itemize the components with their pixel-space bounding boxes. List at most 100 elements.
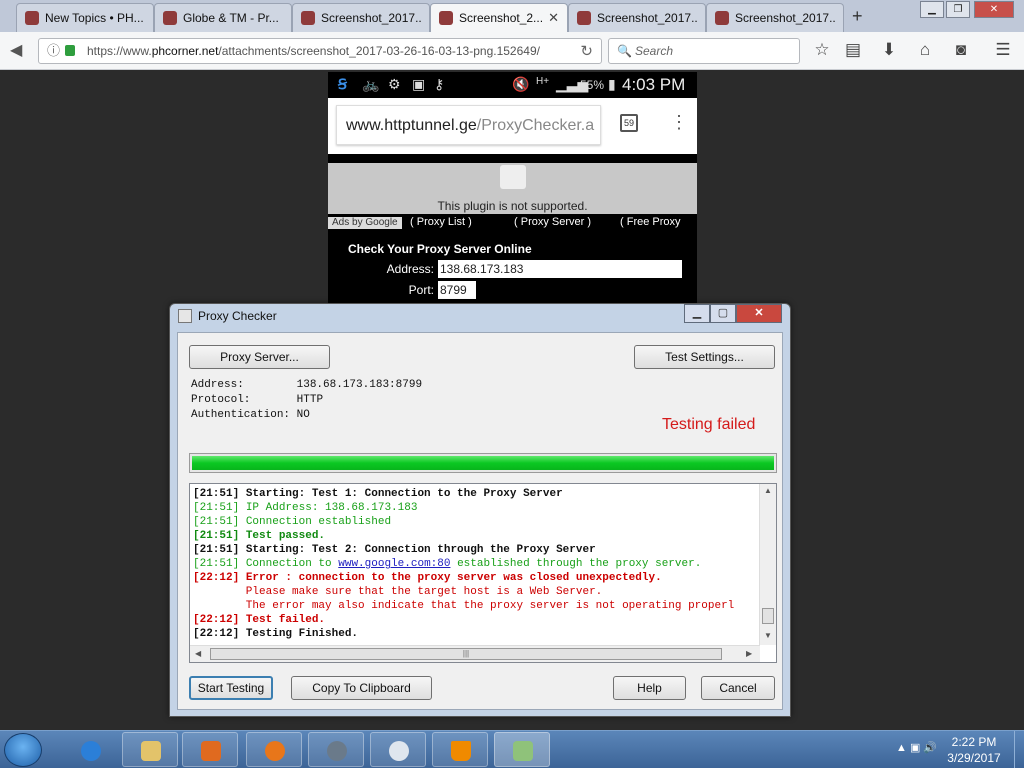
- log-line: [21:51] Connection established: [193, 515, 757, 529]
- log-message: Test failed.: [239, 614, 326, 626]
- phone-screenshot: Ꞩ 🚲 ⚙ ▣ ⚷ 🔇 H+ ▁▃▅ 55% ▮ 4:03 PM www.htt…: [328, 72, 697, 315]
- taskbar-proxy-checker[interactable]: [494, 732, 550, 767]
- taskbar-media[interactable]: [182, 732, 238, 767]
- log-time: [21:51]: [193, 530, 240, 542]
- bike-icon: 🚲: [362, 76, 380, 92]
- dialog-minimize-button[interactable]: ▁: [684, 304, 710, 323]
- plugin-placeholder: This plugin is not supported.: [328, 163, 697, 214]
- downloads-icon[interactable]: ⬇: [879, 40, 899, 60]
- tray-icons[interactable]: ▲ ▣ 🔊: [896, 741, 937, 754]
- log-time: [22:12]: [193, 614, 240, 626]
- browser-tab[interactable]: New Topics • PH...: [16, 3, 154, 32]
- scroll-right-icon[interactable]: ▶: [746, 649, 752, 658]
- browser-tab-active[interactable]: Screenshot_2... ✕: [430, 3, 568, 32]
- protocol-value: HTTP: [296, 394, 324, 406]
- close-window-button[interactable]: ✕: [974, 1, 1014, 18]
- log-message: Starting: Test 2: Connection through the…: [239, 544, 596, 556]
- dialog-maximize-button[interactable]: ▢: [710, 304, 736, 323]
- log-link[interactable]: www.google.com:80: [338, 558, 450, 570]
- battery-level: 55%: [580, 78, 605, 92]
- log-time: [21:51]: [193, 544, 240, 556]
- scroll-left-icon[interactable]: ◀: [195, 649, 201, 658]
- close-tab-icon[interactable]: ✕: [548, 10, 559, 26]
- firefox-icon: [265, 741, 285, 761]
- pocket-icon[interactable]: ◙: [951, 40, 971, 60]
- tab-favicon-icon: [25, 11, 39, 25]
- copy-to-clipboard-button[interactable]: Copy To Clipboard: [291, 676, 432, 700]
- scroll-thumb[interactable]: [762, 608, 774, 624]
- scroll-up-icon[interactable]: ▲: [764, 486, 772, 495]
- log-time: [21:51]: [193, 558, 240, 570]
- image-icon: ▣: [412, 76, 426, 92]
- taskbar: ▲ ▣ 🔊 2:22 PM 3/29/2017: [0, 730, 1024, 768]
- menu-icon[interactable]: ☰: [993, 40, 1013, 60]
- test-settings-button[interactable]: Test Settings...: [634, 345, 775, 369]
- start-testing-button[interactable]: Start Testing: [189, 676, 273, 700]
- tab-favicon-icon: [715, 11, 729, 25]
- taskbar-settings[interactable]: [308, 732, 364, 767]
- cancel-button[interactable]: Cancel: [701, 676, 775, 700]
- new-tab-icon[interactable]: +: [852, 6, 863, 27]
- status-text: Testing failed: [662, 416, 756, 433]
- address-value: 138.68.173.183:8799: [296, 379, 423, 391]
- taskbar-clock-app[interactable]: [370, 732, 426, 767]
- browser-tab[interactable]: Globe & TM - Pr...: [154, 3, 292, 32]
- site-info-icon[interactable]: ⓘ: [47, 43, 60, 58]
- phone-url: www.httptunnel.ge/ProxyChecker.a: [336, 105, 601, 145]
- hscroll-thumb[interactable]: |||: [210, 648, 722, 660]
- folder-icon: [141, 741, 161, 761]
- start-button[interactable]: [4, 733, 42, 767]
- url-bar[interactable]: ⓘ https://www. phcorner.net/attachments/s…: [38, 38, 602, 64]
- app-s-icon: Ꞩ: [338, 76, 347, 92]
- scroll-down-icon[interactable]: ▼: [764, 631, 772, 640]
- phone-link: ( Proxy List ): [410, 216, 472, 228]
- show-desktop-button[interactable]: [1014, 731, 1024, 768]
- horizontal-scrollbar[interactable]: ◀ ||| ▶: [190, 645, 760, 662]
- log-box[interactable]: [21:51] Starting: Test 1: Connection to …: [189, 483, 777, 663]
- log-line: [21:51] IP Address: 138.68.173.183: [193, 501, 757, 515]
- log-line: [22:12] Error : connection to the proxy …: [193, 571, 757, 585]
- search-box[interactable]: 🔍 Search: [608, 38, 800, 64]
- ads-label: Ads by Google: [328, 217, 402, 229]
- log-line: [22:12] Test failed.: [193, 613, 757, 627]
- tab-favicon-icon: [439, 11, 453, 25]
- taskbar-explorer[interactable]: [122, 732, 178, 767]
- browser-tab[interactable]: Screenshot_2017...: [706, 3, 844, 32]
- key-icon: ⚷: [434, 76, 445, 92]
- home-icon[interactable]: ⌂: [915, 40, 935, 60]
- phone-title: Check Your Proxy Server Online: [348, 242, 532, 256]
- taskbar-ie[interactable]: [62, 732, 118, 767]
- log-line: Please make sure that the target host is…: [193, 585, 757, 599]
- minimize-window-button[interactable]: ▁: [920, 1, 944, 18]
- browser-tab[interactable]: Screenshot_2017...: [568, 3, 706, 32]
- reading-list-icon[interactable]: ▤: [843, 40, 863, 60]
- vertical-scrollbar[interactable]: ▲ ▼: [759, 484, 776, 645]
- proxy-info: Address: 138.68.173.183:8799 Protocol: H…: [191, 378, 422, 423]
- maximize-window-button[interactable]: ❐: [946, 1, 970, 18]
- phone-link: ( Proxy Server ): [514, 216, 592, 228]
- help-button[interactable]: Help: [613, 676, 686, 700]
- back-arrow-icon[interactable]: ◀: [10, 40, 22, 60]
- network-type-icon: H+: [536, 76, 550, 87]
- bookmark-star-icon[interactable]: ☆: [812, 40, 832, 60]
- gear-icon: [327, 741, 347, 761]
- screen: New Topics • PH... Globe & TM - Pr... Sc…: [0, 0, 1024, 768]
- dialog-title: Proxy Checker: [198, 309, 277, 323]
- browser-tab[interactable]: Screenshot_2017...: [292, 3, 430, 32]
- phone-port-field: 8799: [438, 281, 476, 299]
- taskbar-clock[interactable]: 2:22 PM 3/29/2017: [936, 734, 1012, 766]
- log-message-tail: established through the proxy server.: [450, 558, 702, 570]
- proxy-checker-icon: [513, 741, 533, 761]
- proxy-server-button[interactable]: Proxy Server...: [189, 345, 330, 369]
- phone-address-field: 138.68.173.183: [438, 260, 682, 278]
- reload-icon[interactable]: ↻: [580, 42, 593, 60]
- browser-tab-bar: New Topics • PH... Globe & TM - Pr... Sc…: [0, 0, 1024, 32]
- taskbar-firefox[interactable]: [246, 732, 302, 767]
- log-text: [21:51] Starting: Test 1: Connection to …: [193, 487, 757, 645]
- dialog-client: Proxy Server... Test Settings... Address…: [177, 332, 783, 710]
- url-domain: phcorner.net: [151, 44, 219, 58]
- protocol-label: Protocol:: [191, 394, 251, 406]
- log-time: [21:51]: [193, 516, 240, 528]
- dialog-close-button[interactable]: ✕: [736, 304, 782, 323]
- taskbar-vlc[interactable]: [432, 732, 488, 767]
